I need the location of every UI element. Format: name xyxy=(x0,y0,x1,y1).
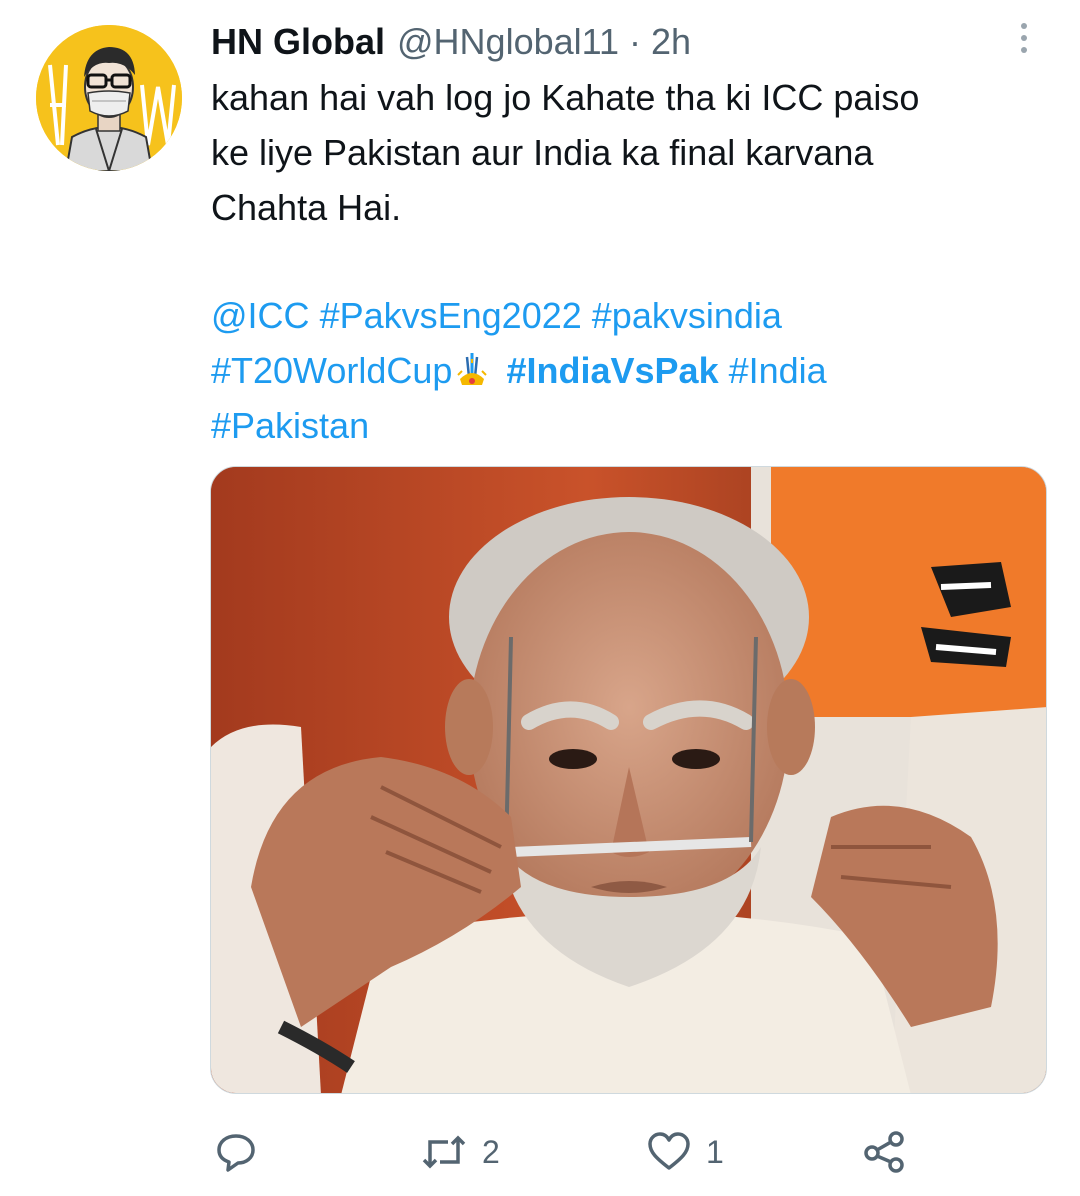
tweet-header: HN Global @HNglobal11 · 2h xyxy=(211,18,691,66)
avatar[interactable] xyxy=(36,25,182,171)
hashtag-t20worldcup[interactable]: #T20WorldCup xyxy=(211,350,452,391)
hashtag-pakistan[interactable]: #Pakistan xyxy=(211,405,369,446)
retweet-button[interactable]: 2 xyxy=(420,1122,500,1182)
user-handle[interactable]: @HNglobal11 xyxy=(397,18,619,66)
hashtag-pakvsindia[interactable]: #pakvsindia xyxy=(592,295,782,336)
tweet[interactable]: HN Global @HNglobal11 · 2h kahan hai vah… xyxy=(0,0,1080,1196)
more-dot-icon xyxy=(1021,47,1027,53)
reply-button[interactable] xyxy=(214,1122,258,1182)
heart-icon xyxy=(648,1132,690,1170)
photo-portrait-with-glasses xyxy=(211,467,1046,1093)
like-button[interactable]: 1 xyxy=(646,1122,724,1182)
tweet-actions-bar: 2 1 xyxy=(0,1122,1080,1182)
like-count: 1 xyxy=(706,1133,724,1170)
hashtag-pakvseng2022[interactable]: #PakvsEng2022 xyxy=(320,295,582,336)
hashtag-indiavspak[interactable]: #IndiaVsPak xyxy=(506,350,718,391)
tweet-text-line: kahan hai vah log jo Kahate tha ki ICC p… xyxy=(211,77,920,118)
meta-separator: · xyxy=(629,21,642,62)
timestamp[interactable]: 2h xyxy=(651,18,691,66)
retweet-icon xyxy=(422,1135,466,1169)
mention-icc[interactable]: @ICC xyxy=(211,295,310,336)
tweet-text: kahan hai vah log jo Kahate tha ki ICC p… xyxy=(211,70,1031,235)
reply-bubble-icon xyxy=(217,1134,255,1172)
share-icon xyxy=(864,1131,904,1173)
tweet-text-line: ke liye Pakistan aur India ka final karv… xyxy=(211,132,874,173)
tweet-text-line: Chahta Hai. xyxy=(211,187,402,228)
cricket-trophy-emoji-icon xyxy=(454,349,490,389)
tweet-media-image[interactable] xyxy=(210,466,1047,1094)
tweet-hashtags: @ICC #PakvsEng2022 #pakvsindia #T20World… xyxy=(211,288,1031,453)
more-options-button[interactable] xyxy=(1004,14,1044,62)
display-name[interactable]: HN Global xyxy=(211,18,385,66)
more-dot-icon xyxy=(1021,23,1027,29)
avatar-illustration xyxy=(36,25,182,171)
more-dot-icon xyxy=(1021,35,1027,41)
share-button[interactable] xyxy=(862,1122,908,1182)
hashtag-india[interactable]: #India xyxy=(729,350,827,391)
retweet-count: 2 xyxy=(482,1133,500,1170)
